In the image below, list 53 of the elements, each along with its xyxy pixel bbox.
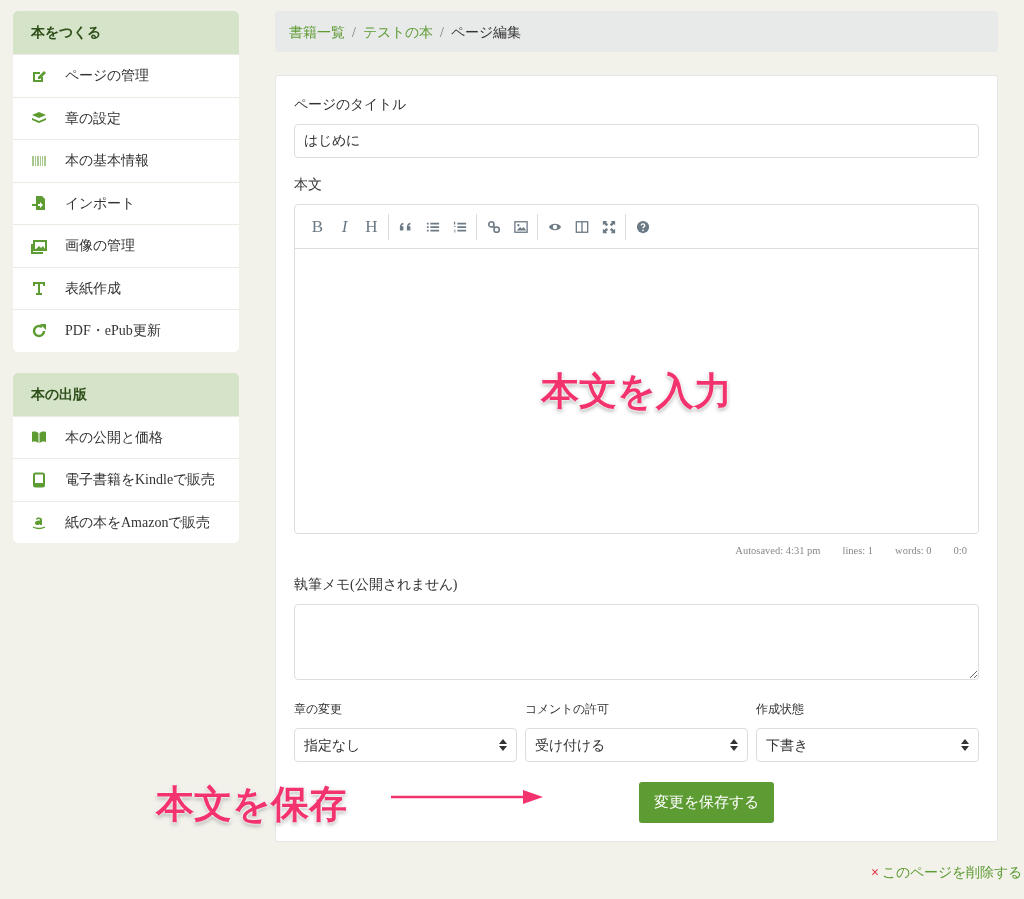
sidebar-heading: 本をつくる (13, 11, 239, 54)
select-arrows-icon (730, 738, 738, 752)
sidebar-heading: 本の出版 (13, 372, 239, 416)
image-icon (513, 219, 528, 234)
sidebar-item[interactable]: PDF・ePub更新 (13, 309, 239, 352)
field-label: 執筆メモ(公開されません) (294, 576, 459, 594)
link-icon (486, 219, 501, 234)
open-book-icon (31, 429, 47, 446)
text-icon (31, 280, 47, 297)
toolbar-button[interactable]: H (359, 213, 384, 240)
close-icon: × (871, 865, 879, 880)
numbered-list-icon (452, 219, 467, 234)
select-field[interactable]: 指定なし (294, 728, 517, 762)
columns-icon (574, 219, 589, 234)
toolbar-button[interactable]: I (332, 213, 357, 240)
sidebar-item[interactable]: 章の設定 (13, 96, 239, 139)
sidebar-item[interactable]: 表紙作成 (13, 266, 239, 309)
sidebar-item[interactable]: 画像の管理 (13, 224, 239, 267)
select-arrows-icon (961, 738, 969, 752)
select-label: 章の変更 (294, 701, 343, 718)
sidebar-item[interactable]: ページの管理 (13, 54, 239, 97)
status-text: words: 0 (895, 544, 932, 558)
tablet-icon (31, 471, 47, 488)
select-field[interactable]: 下書き (756, 728, 979, 762)
breadcrumb-separator: / (439, 25, 444, 40)
select-label: コメントの許可 (525, 701, 610, 718)
select-label: 作成状態 (756, 701, 805, 718)
images-icon (31, 237, 47, 254)
annotation-text: 本文を入力 (541, 367, 732, 415)
select-field[interactable]: 受け付ける (525, 728, 748, 762)
delete-link[interactable]: × このページを削除する (871, 865, 1022, 880)
field-label: 本文 (294, 176, 323, 194)
field-label: ページのタイトル (294, 96, 407, 114)
sidebar-item[interactable]: インポート (13, 181, 239, 224)
title-field[interactable]: はじめに (294, 124, 979, 158)
memo-field[interactable] (294, 604, 979, 680)
fullscreen-icon (601, 219, 616, 234)
select-arrows-icon (499, 738, 507, 752)
status-text: Autosaved: 4:31 pm (735, 544, 821, 558)
annotation-text: 本文を保存 (156, 781, 347, 828)
sidebar-item[interactable]: 本の基本情報 (13, 139, 239, 182)
refresh-icon (31, 322, 47, 339)
breadcrumb-separator: / (352, 25, 356, 40)
status-text: lines: 1 (842, 544, 874, 558)
toolbar-button[interactable]: B (305, 213, 330, 240)
file-import-icon (31, 195, 47, 212)
status-text: 0:0 (953, 544, 967, 558)
sidebar-item[interactable]: 本の公開と価格 (13, 415, 239, 458)
sidebar-item[interactable]: 紙の本をAmazonで販売 (13, 500, 239, 543)
help-icon (635, 219, 650, 234)
breadcrumb-current: ページ編集 (450, 25, 521, 40)
sidebar-item[interactable]: 電子書籍をKindleで販売 (13, 458, 239, 501)
editor-textarea[interactable]: 本文を入力 (295, 249, 978, 533)
